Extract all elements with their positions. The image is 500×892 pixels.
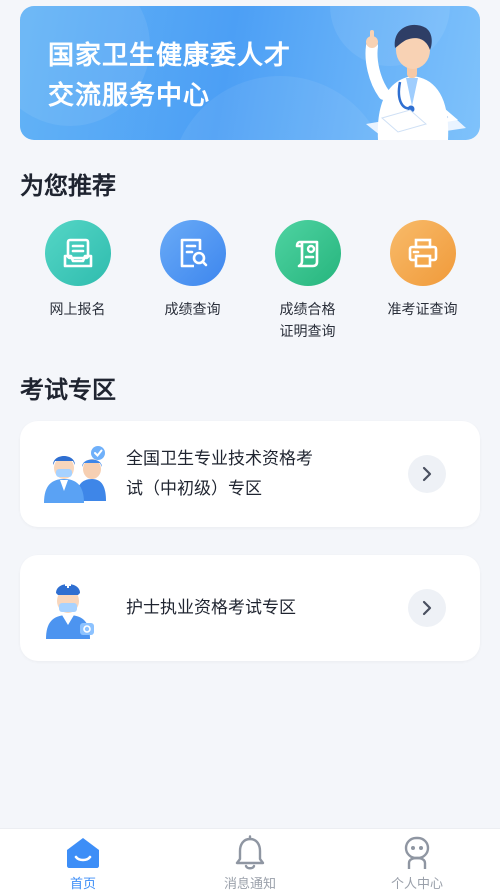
exam-card-health-professional[interactable]: 全国卫生专业技术资格考 试（中初级）专区 (20, 421, 480, 527)
recommend-section-title: 为您推荐 (20, 172, 116, 200)
user-robot-icon (404, 836, 430, 869)
exam-card-title: 护士执业资格考试专区 (126, 598, 296, 618)
banner-title: 国家卫生健康委人才 交流服务中心 (48, 36, 348, 116)
bell-icon (235, 835, 265, 870)
certificate-scroll-icon (274, 220, 341, 286)
recommend-item-score-query[interactable]: 成绩查询 (135, 220, 250, 321)
exam-card-nurse[interactable]: 护士执业资格考试专区 (20, 555, 480, 661)
bottom-tab-bar: 首页 消息通知 个人中心 (0, 828, 500, 892)
recommend-item-label: 准考证查询 (387, 302, 458, 318)
recommend-item-label: 网上报名 (49, 302, 106, 318)
banner-title-line1: 国家卫生健康委人才 (48, 41, 292, 71)
recommend-item-label-line1: 成绩合格 (279, 302, 336, 318)
tab-label: 消息通知 (223, 877, 276, 892)
recommend-item-admission-ticket-query[interactable]: 准考证查询 (365, 220, 480, 321)
hero-banner[interactable]: 国家卫生健康委人才 交流服务中心 (20, 6, 480, 140)
printer-icon (389, 220, 456, 286)
exam-card-arrow-button[interactable] (408, 455, 446, 493)
home-icon (67, 838, 99, 868)
recommend-grid: 网上报名 成绩查询 成绩合格 证明查询 准考证查询 (20, 220, 480, 350)
tab-notifications[interactable]: 消息通知 (167, 829, 333, 892)
tab-profile[interactable]: 个人中心 (334, 829, 500, 892)
recommend-item-label: 成绩查询 (164, 302, 221, 318)
exam-card-title: 全国卫生专业技术资格考 试（中初级）专区 (126, 444, 376, 504)
registration-tray-icon (44, 220, 111, 286)
score-search-icon (159, 220, 226, 286)
nurse-icon (46, 582, 94, 639)
banner-title-line2: 交流服务中心 (48, 81, 211, 111)
recommend-item-online-registration[interactable]: 网上报名 (20, 220, 135, 321)
tab-label: 首页 (69, 877, 96, 892)
exam-section-title: 考试专区 (20, 376, 116, 404)
tab-label: 个人中心 (390, 877, 443, 892)
recommend-item-certificate-query[interactable]: 成绩合格 证明查询 (250, 220, 365, 343)
recommend-item-label-line2: 证明查询 (279, 324, 336, 340)
exam-card-title-line1: 全国卫生专业技术资格考 (126, 449, 313, 469)
chevron-right-icon (422, 466, 432, 482)
medical-staff-icon (44, 446, 106, 503)
doctor-illustration (365, 24, 466, 140)
exam-card-arrow-button[interactable] (408, 589, 446, 627)
recommend-item-label: 成绩合格 证明查询 (250, 299, 365, 343)
exam-card-title-line2: 试（中初级）专区 (126, 479, 262, 499)
tab-home[interactable]: 首页 (0, 829, 166, 892)
chevron-right-icon (422, 600, 432, 616)
